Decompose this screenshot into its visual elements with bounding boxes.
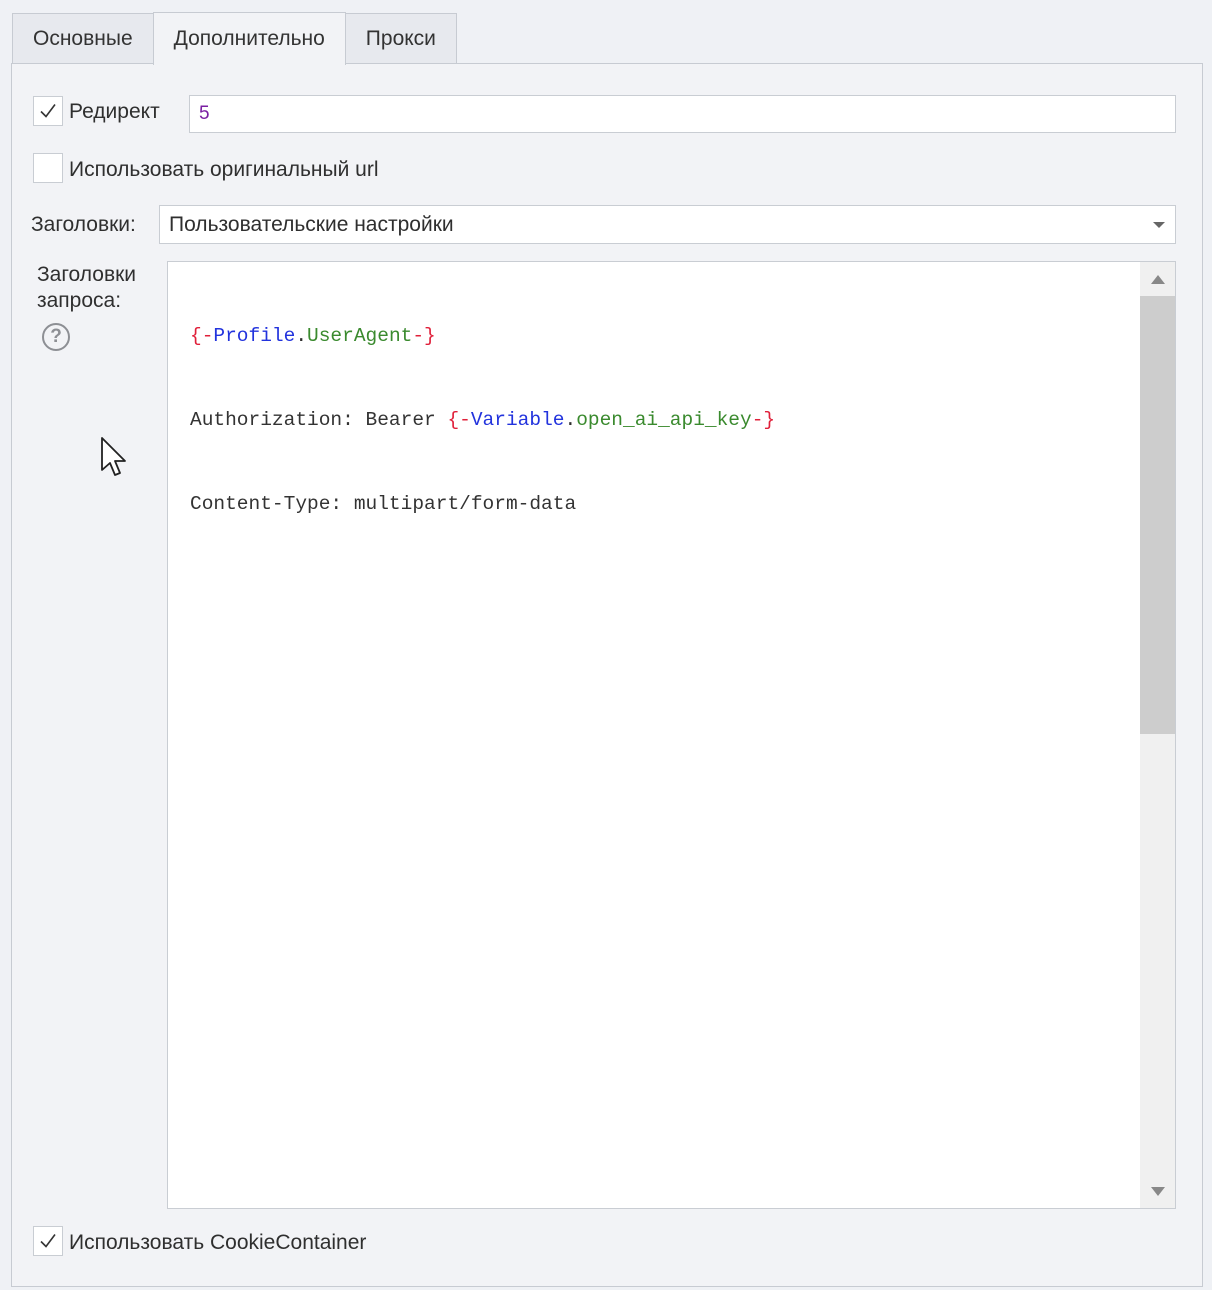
request-settings-window: Основные Дополнительно Прокси Редирект 5… <box>0 0 1212 1290</box>
macro-close: -} <box>412 325 436 347</box>
cookie-container-label: Использовать CookieContainer <box>69 1231 367 1254</box>
arrow-up-icon <box>1150 274 1165 284</box>
macro-close: -} <box>751 409 776 431</box>
headers-selected-value: Пользовательские настройки <box>169 212 454 236</box>
chevron-down-icon[interactable] <box>1153 221 1165 228</box>
help-icon[interactable]: ? <box>42 323 70 351</box>
tab-advanced[interactable]: Дополнительно <box>152 12 346 65</box>
arrow-down-icon <box>1150 1186 1165 1196</box>
request-headers-text[interactable]: {-Profile.UserAgent-} Authorization: Bea… <box>190 266 1135 574</box>
macro-dot: . <box>564 409 577 431</box>
redirect-label: Редирект <box>69 100 160 123</box>
request-headers-label-line1: Заголовки <box>37 263 137 286</box>
tab-basic[interactable]: Основные <box>12 13 154 64</box>
scroll-down-button[interactable] <box>1140 1174 1175 1208</box>
macro-object: Profile <box>213 325 296 347</box>
header-line-content-type: Content-Type: multipart/form-data <box>190 493 577 515</box>
headers-select[interactable]: Пользовательские настройки <box>159 205 1176 244</box>
redirect-count-input[interactable]: 5 <box>189 95 1176 133</box>
tab-proxy[interactable]: Прокси <box>344 13 457 64</box>
header-line-prefix: Authorization: Bearer <box>190 409 448 431</box>
macro-open: {- <box>190 325 214 347</box>
macro-property: UserAgent <box>307 325 413 347</box>
scroll-thumb[interactable] <box>1140 296 1175 734</box>
header-line-authorization: Authorization: Bearer {-Variable.open_ai… <box>190 406 1135 434</box>
headers-label: Заголовки: <box>31 213 136 236</box>
header-line-user-agent: {-Profile.UserAgent-} <box>190 322 1135 350</box>
macro-property: open_ai_api_key <box>576 409 752 431</box>
mouse-pointer-icon <box>101 437 126 476</box>
advanced-tab-panel: Редирект 5 Использовать оригинальный url… <box>11 63 1203 1287</box>
request-headers-editor[interactable]: {-Profile.UserAgent-} Authorization: Bea… <box>167 261 1176 1209</box>
redirect-checkbox[interactable] <box>33 96 63 126</box>
editor-scrollbar[interactable] <box>1140 262 1175 1208</box>
macro-dot: . <box>295 325 308 347</box>
use-original-url-checkbox[interactable] <box>33 153 63 183</box>
checkmark-icon <box>40 104 56 118</box>
tab-bar: Основные Дополнительно Прокси <box>12 12 457 65</box>
use-original-url-label: Использовать оригинальный url <box>69 158 379 181</box>
cookie-container-checkbox[interactable] <box>33 1226 63 1256</box>
checkmark-icon <box>40 1234 56 1248</box>
request-headers-label: Заголовки запроса: <box>37 262 136 314</box>
macro-open: {- <box>447 409 471 431</box>
macro-object: Variable <box>470 409 565 431</box>
request-headers-label-line2: запроса: <box>37 289 122 312</box>
scroll-up-button[interactable] <box>1140 262 1175 296</box>
